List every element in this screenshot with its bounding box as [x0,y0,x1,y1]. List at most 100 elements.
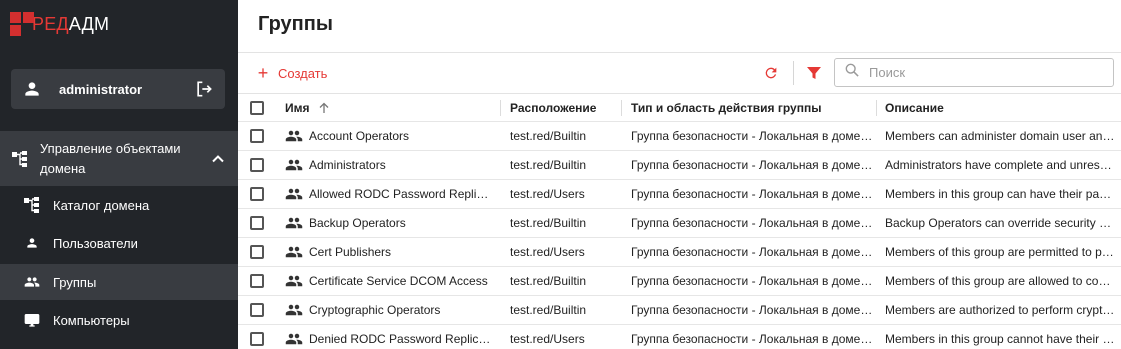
user-name: administrator [59,81,143,97]
group-type: Группа безопасности - Локальная в домене [631,158,873,172]
create-button-label: Создать [278,65,328,81]
cell-description: Members are authorized to perform crypto… [885,296,1115,324]
group-icon [285,158,303,172]
cell-name[interactable]: Certificate Service DCOM Access [285,267,493,295]
row-checkbox[interactable] [250,187,264,201]
group-type: Группа безопасности - Локальная в домене [631,187,873,201]
group-name: Cert Publishers [309,245,392,259]
column-header-type[interactable]: Тип и область действия группы [631,94,873,121]
sidebar-item-users[interactable]: Пользователи [0,225,238,261]
row-checkbox[interactable] [250,158,264,172]
row-select-cell [250,296,266,324]
cell-type: Группа безопасности - Локальная в домене [631,296,873,324]
column-header-name[interactable]: Имя [285,94,493,121]
cell-location: test.red/Users [510,180,620,208]
cell-name[interactable]: Denied RODC Password Replication... [285,325,493,349]
cell-name[interactable]: Allowed RODC Password Replicatio... [285,180,493,208]
group-name: Cryptographic Operators [309,303,441,317]
group-icon [285,303,303,317]
row-checkbox[interactable] [250,274,264,288]
group-location: test.red/Builtin [510,216,587,230]
chevron-up-icon[interactable] [210,151,226,167]
column-separator[interactable] [500,100,501,116]
cell-location: test.red/Builtin [510,296,620,324]
column-separator[interactable] [621,100,622,116]
row-checkbox[interactable] [250,216,264,230]
group-icon [285,129,303,143]
cell-type: Группа безопасности - Локальная в домене [631,151,873,179]
cell-name[interactable]: Cert Publishers [285,238,493,266]
table-row[interactable]: Certificate Service DCOM Access test.red/… [238,267,1121,296]
table-row[interactable]: Cert Publishers test.red/Users Группа безо… [238,238,1121,267]
group-type: Группа безопасности - Локальная в домене [631,129,873,143]
group-icon [285,274,303,288]
table-row[interactable]: Account Operators test.red/Builtin Группа … [238,122,1121,151]
table-row[interactable]: Allowed RODC Password Replicatio... test.… [238,180,1121,209]
table-row[interactable]: Denied RODC Password Replication... test.… [238,325,1121,349]
group-location: test.red/Users [510,245,585,259]
row-checkbox[interactable] [250,245,264,259]
cell-name[interactable]: Account Operators [285,122,493,150]
cell-type: Группа безопасности - Локальная в домене [631,180,873,208]
column-separator[interactable] [876,100,877,116]
sidebar-group-label-line2: домена [40,161,86,176]
sidebar-item-domain-catalog[interactable]: Каталог домена [0,187,238,223]
group-type: Группа безопасности - Локальная в домене [631,245,873,259]
column-header-label: Тип и область действия группы [631,100,822,115]
toolbar-divider [793,61,794,85]
cell-location: test.red/Users [510,325,620,349]
column-header-description[interactable]: Описание [885,94,1115,121]
search-icon [845,63,859,82]
row-checkbox[interactable] [250,129,264,143]
sidebar-group-domain-management[interactable]: Управление объектами домена [0,131,238,186]
cell-type: Группа безопасности - Локальная в домене [631,267,873,295]
create-button[interactable]: + Создать [256,62,328,84]
group-location: test.red/Builtin [510,303,587,317]
table-header: Имя Расположение Тип и область действия … [238,94,1121,122]
cell-location: test.red/Builtin [510,267,620,295]
row-select-cell [250,267,266,295]
group-name: Certificate Service DCOM Access [309,274,488,288]
select-all-checkbox[interactable] [250,100,264,115]
row-select-cell [250,151,266,179]
cell-type: Группа безопасности - Локальная в домене [631,238,873,266]
search-box [834,58,1114,87]
group-type: Группа безопасности - Локальная в домене [631,216,873,230]
group-name: Backup Operators [309,216,406,230]
sidebar-item-groups[interactable]: Группы [0,264,238,300]
sidebar-item-label: Каталог домена [53,197,150,213]
logo-text-red: РЕД [32,13,69,34]
group-type: Группа безопасности - Локальная в домене [631,332,873,346]
groups-table: Имя Расположение Тип и область действия … [238,94,1121,349]
column-header-label: Описание [885,100,944,115]
group-icon [285,216,303,230]
column-header-location[interactable]: Расположение [510,94,620,121]
cell-name[interactable]: Cryptographic Operators [285,296,493,324]
group-description: Members of this group are allowed to con… [885,274,1115,288]
app-logo[interactable]: РЕДАДМ [10,10,109,38]
table-row[interactable]: Cryptographic Operators test.red/Builtin Г… [238,296,1121,325]
sort-asc-icon [318,102,330,114]
logo-text-white: АДМ [68,13,110,34]
table-row[interactable]: Backup Operators test.red/Builtin Группа б… [238,209,1121,238]
search-input[interactable] [869,65,1109,80]
sidebar-item-label: Группы [53,274,97,290]
row-checkbox[interactable] [250,303,264,317]
cell-name[interactable]: Administrators [285,151,493,179]
row-select-cell [250,325,266,349]
filter-icon[interactable] [804,63,824,83]
group-name: Allowed RODC Password Replicatio... [309,187,493,201]
logo-mark-icon [10,12,34,36]
table-row[interactable]: Administrators test.red/Builtin Группа без… [238,151,1121,180]
cell-description: Members in this group can have their pas… [885,180,1115,208]
domain-tree-icon [24,197,40,213]
cell-name[interactable]: Backup Operators [285,209,493,237]
divider [238,52,1121,53]
group-icon [285,245,303,259]
sidebar-item-computers[interactable]: Компьютеры [0,302,238,338]
person-icon [24,235,40,251]
row-checkbox[interactable] [250,332,264,346]
group-description: Members in this group cannot have their … [885,332,1115,346]
refresh-icon[interactable] [761,63,781,83]
logout-icon[interactable] [193,78,215,100]
